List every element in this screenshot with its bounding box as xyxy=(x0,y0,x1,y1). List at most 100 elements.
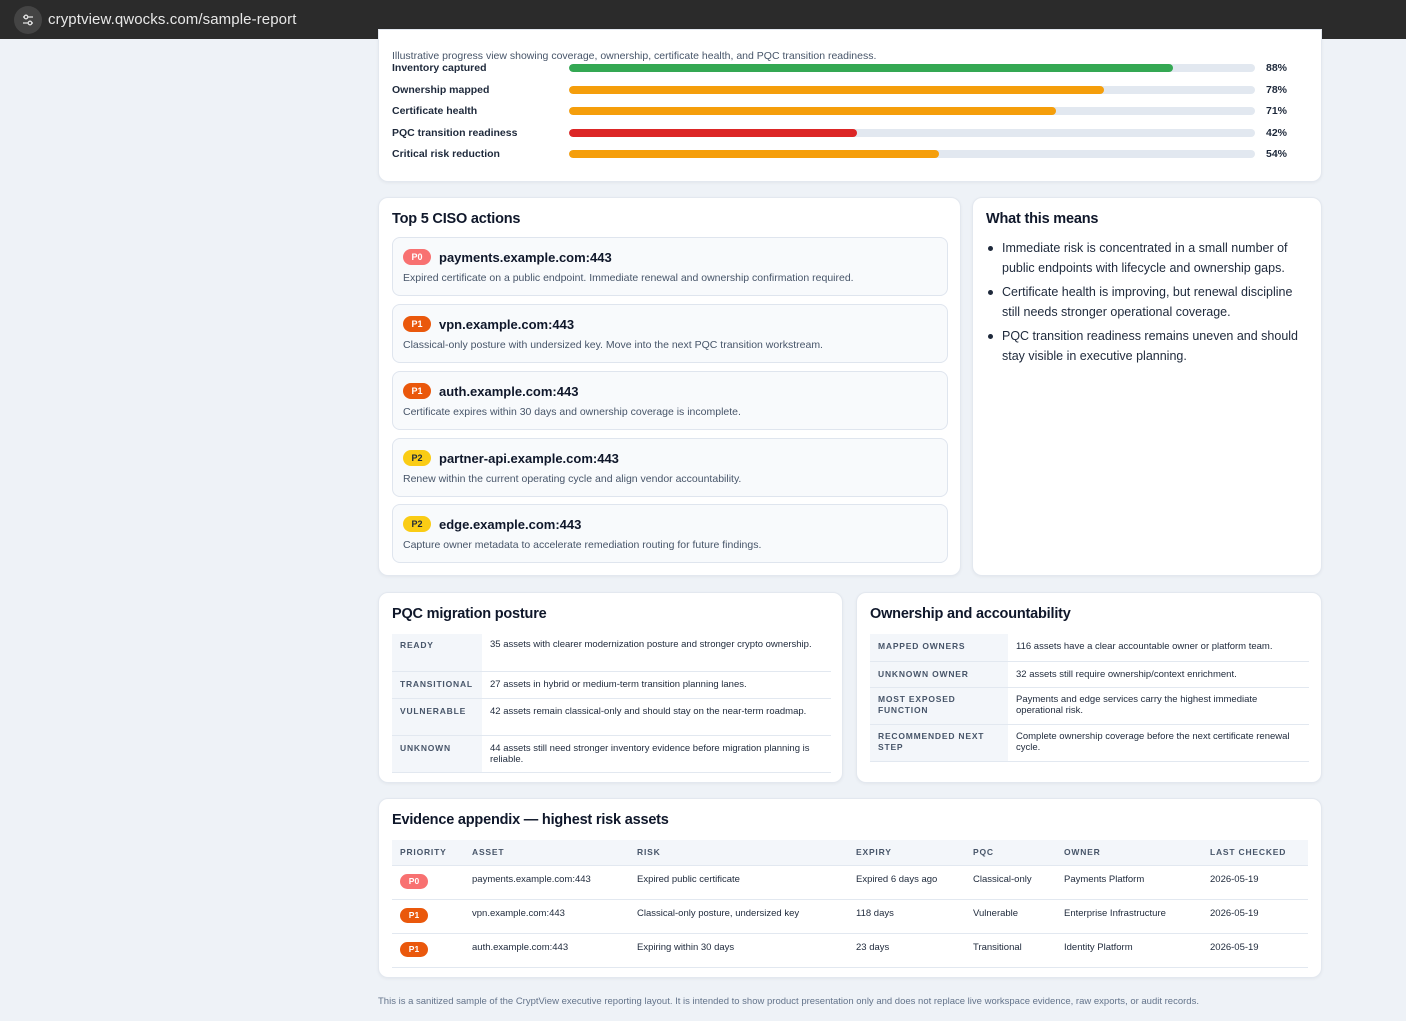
action-item[interactable]: P0 payments.example.com:443 Expired cert… xyxy=(392,237,948,296)
action-item[interactable]: P2 partner-api.example.com:443 Renew wit… xyxy=(392,438,948,497)
action-item[interactable]: P2 edge.example.com:443 Capture owner me… xyxy=(392,504,948,563)
table-row: RECOMMENDED NEXT STEP Complete ownership… xyxy=(870,724,1309,762)
means-item: PQC transition readiness remains uneven … xyxy=(986,326,1311,366)
priority-cell: P0 xyxy=(392,865,464,900)
progress-row: Critical risk reduction 54% xyxy=(392,147,1308,161)
owner-cell: Payments Platform xyxy=(1056,865,1202,900)
url-text[interactable]: cryptview.qwocks.com/sample-report xyxy=(48,11,296,28)
last-checked-cell: 2026-05-19 xyxy=(1202,865,1308,900)
ownership-key: RECOMMENDED NEXT STEP xyxy=(870,724,1008,762)
progress-fill xyxy=(569,150,940,158)
last-checked-cell: 2026-05-19 xyxy=(1202,899,1308,934)
column-header: RISK xyxy=(629,840,848,866)
evidence-title: Evidence appendix — highest risk assets xyxy=(392,812,669,828)
priority-badge: P1 xyxy=(400,941,428,957)
priority-badge: P2 xyxy=(403,450,431,466)
progress-row: PQC transition readiness 42% xyxy=(392,126,1308,140)
ownership-card: Ownership and accountability MAPPED OWNE… xyxy=(856,592,1322,783)
ciso-actions-card: Top 5 CISO actions P0 payments.example.c… xyxy=(378,197,961,576)
posture-key: READY xyxy=(392,634,482,672)
risk-cell: Expiring within 30 days xyxy=(629,933,848,968)
table-row: TRANSITIONAL 27 assets in hybrid or medi… xyxy=(392,671,831,699)
table-row: VULNERABLE 42 assets remain classical-on… xyxy=(392,698,831,736)
action-title: edge.example.com:443 xyxy=(439,516,582,532)
progress-card: Illustrative progress view showing cover… xyxy=(378,29,1322,182)
expiry-cell: Expired 6 days ago xyxy=(848,865,965,900)
action-title: payments.example.com:443 xyxy=(439,249,612,265)
owner-cell: Identity Platform xyxy=(1056,933,1202,968)
posture-value: 27 assets in hybrid or medium-term trans… xyxy=(482,671,831,699)
asset-cell: payments.example.com:443 xyxy=(464,865,629,900)
evidence-appendix-card: Evidence appendix — highest risk assets … xyxy=(378,798,1322,978)
action-description: Capture owner metadata to accelerate rem… xyxy=(403,539,762,551)
priority-badge: P2 xyxy=(403,516,431,532)
action-title: vpn.example.com:443 xyxy=(439,316,575,332)
priority-badge: P0 xyxy=(403,249,431,265)
posture-value: 35 assets with clearer modernization pos… xyxy=(482,634,831,672)
ownership-value: Complete ownership coverage before the n… xyxy=(1008,724,1309,762)
pqc-posture-title: PQC migration posture xyxy=(392,606,547,622)
priority-badge: P1 xyxy=(400,907,428,923)
progress-label: Critical risk reduction xyxy=(392,148,500,160)
progress-label: Ownership mapped xyxy=(392,84,490,96)
column-header: OWNER xyxy=(1056,840,1202,866)
progress-percent: 88% xyxy=(1266,62,1288,74)
asset-cell: auth.example.com:443 xyxy=(464,933,629,968)
priority-badge: P0 xyxy=(400,873,428,889)
priority-badge: P1 xyxy=(403,316,431,332)
footer-disclaimer: This is a sanitized sample of the CryptV… xyxy=(378,996,1199,1007)
site-settings-icon[interactable] xyxy=(14,5,42,34)
priority-badge: P1 xyxy=(403,383,431,399)
posture-key: TRANSITIONAL xyxy=(392,671,482,699)
ownership-key: MOST EXPOSED FUNCTION xyxy=(870,687,1008,725)
ownership-value: Payments and edge services carry the hig… xyxy=(1008,687,1309,725)
progress-fill xyxy=(569,64,1173,72)
table-header-row: PRIORITY ASSET RISK EXPIRY PQC OWNER LAS… xyxy=(392,840,1308,866)
action-description: Certificate expires within 30 days and o… xyxy=(403,406,741,418)
progress-percent: 42% xyxy=(1266,127,1288,139)
posture-value: 42 assets remain classical-only and shou… xyxy=(482,698,831,736)
action-title: auth.example.com:443 xyxy=(439,383,579,399)
table-row: MOST EXPOSED FUNCTION Payments and edge … xyxy=(870,687,1309,725)
risk-cell: Classical-only posture, undersized key xyxy=(629,899,848,934)
table-row: READY 35 assets with clearer modernizati… xyxy=(392,634,831,672)
action-item[interactable]: P1 vpn.example.com:443 Classical-only po… xyxy=(392,304,948,363)
progress-row: Inventory captured 88% xyxy=(392,61,1308,75)
evidence-table: PRIORITY ASSET RISK EXPIRY PQC OWNER LAS… xyxy=(392,840,1308,968)
progress-percent: 78% xyxy=(1266,84,1288,96)
table-row: UNKNOWN OWNER 32 assets still require ow… xyxy=(870,661,1309,688)
action-item[interactable]: P1 auth.example.com:443 Certificate expi… xyxy=(392,371,948,430)
progress-row: Certificate health 71% xyxy=(392,104,1308,118)
action-description: Renew within the current operating cycle… xyxy=(403,473,742,485)
progress-percent: 71% xyxy=(1266,105,1288,117)
pqc-cell: Classical-only xyxy=(965,865,1056,900)
pqc-cell: Vulnerable xyxy=(965,899,1056,934)
progress-track xyxy=(569,64,1255,72)
column-header: LAST CHECKED xyxy=(1202,840,1308,866)
asset-cell: vpn.example.com:443 xyxy=(464,899,629,934)
what-this-means-card: What this means Immediate risk is concen… xyxy=(972,197,1322,576)
means-list: Immediate risk is concentrated in a smal… xyxy=(986,238,1311,370)
table-row: P1 vpn.example.com:443 Classical-only po… xyxy=(392,899,1308,934)
progress-label: PQC transition readiness xyxy=(392,127,518,139)
ownership-value: 116 assets have a clear accountable owne… xyxy=(1008,634,1309,662)
priority-cell: P1 xyxy=(392,933,464,968)
column-header: PQC xyxy=(965,840,1056,866)
table-row: P1 auth.example.com:443 Expiring within … xyxy=(392,933,1308,968)
ownership-key: UNKNOWN OWNER xyxy=(870,661,1008,688)
what-this-means-title: What this means xyxy=(986,211,1099,227)
last-checked-cell: 2026-05-19 xyxy=(1202,933,1308,968)
means-item: Certificate health is improving, but ren… xyxy=(986,282,1311,322)
progress-track xyxy=(569,129,1255,137)
owner-cell: Enterprise Infrastructure xyxy=(1056,899,1202,934)
column-header: PRIORITY xyxy=(392,840,464,866)
progress-track xyxy=(569,107,1255,115)
means-item: Immediate risk is concentrated in a smal… xyxy=(986,238,1311,278)
progress-fill xyxy=(569,86,1105,94)
ownership-key: MAPPED OWNERS xyxy=(870,634,1008,662)
ownership-table: MAPPED OWNERS 116 assets have a clear ac… xyxy=(870,634,1309,762)
posture-key: UNKNOWN xyxy=(392,735,482,773)
priority-cell: P1 xyxy=(392,899,464,934)
progress-track xyxy=(569,150,1255,158)
expiry-cell: 118 days xyxy=(848,899,965,934)
